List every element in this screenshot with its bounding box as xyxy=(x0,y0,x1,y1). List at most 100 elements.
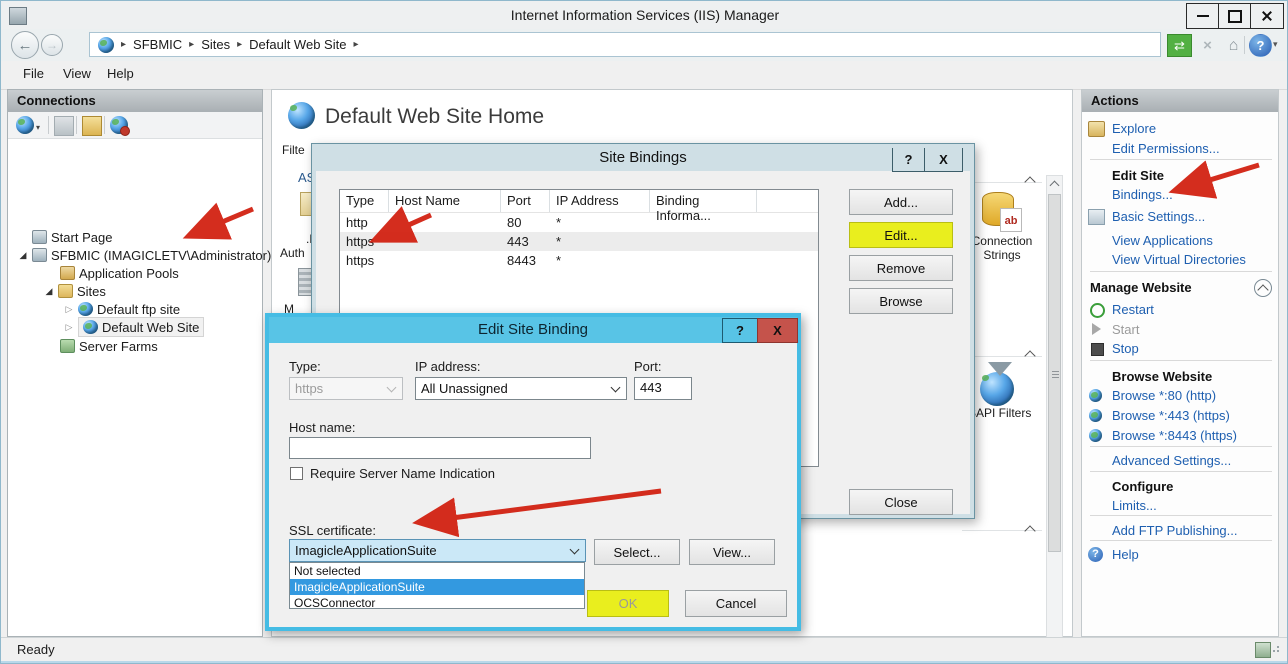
breadcrumb-item-sites[interactable]: Sites xyxy=(201,37,230,52)
binding-row-https-443[interactable]: https 443 * xyxy=(340,232,818,251)
dialog-help-button[interactable]: ? xyxy=(722,318,758,343)
column-ip-address[interactable]: IP Address xyxy=(550,190,650,212)
group-collapse-icon[interactable] xyxy=(1024,350,1035,361)
actions-separator xyxy=(1090,540,1272,541)
ssl-option-not-selected[interactable]: Not selected xyxy=(290,563,584,579)
isapi-funnel-icon xyxy=(988,362,1012,376)
ssl-option-ocsconnector[interactable]: OCSConnector xyxy=(290,595,584,611)
dialog-close-button[interactable]: X xyxy=(924,147,963,172)
tree-node-default-ftp-site[interactable]: ▷ Default ftp site xyxy=(64,300,180,318)
forward-button[interactable]: → xyxy=(41,34,63,56)
selected-node-highlight: Default Web Site xyxy=(78,317,204,337)
tree-node-sites[interactable]: ◢ Sites xyxy=(44,282,106,300)
port-input[interactable]: 443 xyxy=(634,377,692,400)
close-button[interactable] xyxy=(1250,3,1284,29)
maximize-button[interactable] xyxy=(1218,3,1252,29)
help-caret-icon[interactable]: ▾ xyxy=(1273,39,1278,50)
stop-icon[interactable]: × xyxy=(1195,34,1220,57)
action-explore[interactable]: Explore xyxy=(1112,121,1156,136)
create-connection-icon[interactable] xyxy=(16,116,34,134)
menu-bar: File View Help xyxy=(1,61,1288,90)
group-collapse-icon[interactable] xyxy=(1024,176,1035,187)
remove-button[interactable]: Remove xyxy=(849,255,953,281)
browse-button[interactable]: Browse xyxy=(849,288,953,314)
toolbar-separator xyxy=(48,116,49,134)
breadcrumb[interactable]: ▸ SFBMIC ▸ Sites ▸ Default Web Site ▸ xyxy=(89,32,1161,57)
action-restart[interactable]: Restart xyxy=(1112,302,1154,317)
expander-expanded-icon[interactable]: ◢ xyxy=(18,250,28,261)
filter-label-fragment: Filte xyxy=(282,143,305,157)
ip-address-label: IP address: xyxy=(415,359,481,374)
select-certificate-button[interactable]: Select... xyxy=(594,539,680,565)
ok-button[interactable]: OK xyxy=(587,590,669,617)
cancel-button[interactable]: Cancel xyxy=(685,590,787,617)
action-basic-settings[interactable]: Basic Settings... xyxy=(1112,209,1205,224)
dialog-close-button[interactable]: X xyxy=(757,318,798,343)
breadcrumb-item-server[interactable]: SFBMIC xyxy=(133,37,182,52)
refresh-icon[interactable]: ⇄ xyxy=(1167,34,1192,57)
binding-row-http-80[interactable]: http 80 * xyxy=(340,213,818,232)
connection-strings-badge: ab xyxy=(1000,208,1022,232)
help-icon[interactable]: ? xyxy=(1249,34,1272,57)
action-browse-8443[interactable]: Browse *:8443 (https) xyxy=(1112,428,1237,443)
menu-file[interactable]: File xyxy=(23,66,44,81)
back-icon: ← xyxy=(18,37,33,54)
browse-icon xyxy=(1089,389,1102,402)
save-connections-icon[interactable] xyxy=(54,116,74,136)
action-bindings[interactable]: Bindings... xyxy=(1112,187,1173,202)
expander-collapsed-icon[interactable]: ▷ xyxy=(64,322,74,333)
action-stop[interactable]: Stop xyxy=(1112,341,1139,356)
host-name-input[interactable] xyxy=(289,437,591,459)
breadcrumb-item-site[interactable]: Default Web Site xyxy=(249,37,346,52)
connection-caret-icon[interactable]: ▾ xyxy=(36,123,40,132)
tree-node-server-farms[interactable]: Server Farms xyxy=(60,337,158,355)
action-add-ftp-publishing[interactable]: Add FTP Publishing... xyxy=(1112,523,1238,538)
edit-button[interactable]: Edit... xyxy=(849,222,953,248)
resize-grip[interactable] xyxy=(1273,650,1275,652)
toolbar-divider xyxy=(1244,36,1245,54)
actions-separator xyxy=(1090,471,1272,472)
isapi-filters-icon[interactable] xyxy=(980,372,1014,406)
action-browse-80[interactable]: Browse *:80 (http) xyxy=(1112,388,1216,403)
minimize-button[interactable] xyxy=(1186,3,1220,29)
close-dialog-button[interactable]: Close xyxy=(849,489,953,515)
action-limits[interactable]: Limits... xyxy=(1112,498,1157,513)
up-folder-icon[interactable] xyxy=(82,116,102,136)
group-collapse-icon[interactable] xyxy=(1024,525,1035,536)
ssl-certificate-select[interactable]: ImagicleApplicationSuite xyxy=(289,539,586,562)
collapse-group-icon[interactable] xyxy=(1254,279,1272,297)
column-binding-info[interactable]: Binding Informa... xyxy=(650,190,757,212)
type-select[interactable]: https xyxy=(289,377,403,400)
binding-row-https-8443[interactable]: https 8443 * xyxy=(340,251,818,270)
menu-view[interactable]: View xyxy=(63,66,91,81)
ip-address-select[interactable]: All Unassigned xyxy=(415,377,627,400)
menu-help[interactable]: Help xyxy=(107,66,134,81)
page-title: Default Web Site Home xyxy=(325,105,544,129)
expander-collapsed-icon[interactable]: ▷ xyxy=(64,304,74,315)
dialog-help-button[interactable]: ? xyxy=(892,147,925,172)
tree-node-application-pools[interactable]: Application Pools xyxy=(60,264,179,282)
action-advanced-settings[interactable]: Advanced Settings... xyxy=(1112,453,1231,468)
back-button[interactable]: ← xyxy=(11,31,39,59)
column-type[interactable]: Type xyxy=(340,190,389,212)
column-host-name[interactable]: Host Name xyxy=(389,190,501,212)
tree-node-default-web-site[interactable]: ▷ Default Web Site xyxy=(64,318,204,336)
action-view-applications[interactable]: View Applications xyxy=(1112,233,1213,248)
action-help[interactable]: Help xyxy=(1112,547,1139,562)
view-certificate-button[interactable]: View... xyxy=(689,539,775,565)
main-scrollbar[interactable] xyxy=(1046,175,1063,664)
add-button[interactable]: Add... xyxy=(849,189,953,215)
tree-label: Sites xyxy=(77,284,106,299)
action-browse-443[interactable]: Browse *:443 (https) xyxy=(1112,408,1230,423)
action-edit-permissions[interactable]: Edit Permissions... xyxy=(1112,141,1220,156)
home-icon[interactable]: ⌂ xyxy=(1221,34,1246,57)
tree-node-start-page[interactable]: Start Page xyxy=(32,228,112,246)
sni-checkbox[interactable] xyxy=(290,467,303,480)
expander-expanded-icon[interactable]: ◢ xyxy=(44,286,54,297)
tree-node-server[interactable]: ◢ SFBMIC (IMAGICLETV\Administrator) xyxy=(18,246,271,264)
action-start[interactable]: Start xyxy=(1112,322,1139,337)
ssl-certificate-dropdown[interactable]: Not selected ImagicleApplicationSuite OC… xyxy=(289,562,585,609)
ssl-option-imagicle[interactable]: ImagicleApplicationSuite xyxy=(290,579,584,595)
action-view-virtual-directories[interactable]: View Virtual Directories xyxy=(1112,252,1246,267)
column-port[interactable]: Port xyxy=(501,190,550,212)
